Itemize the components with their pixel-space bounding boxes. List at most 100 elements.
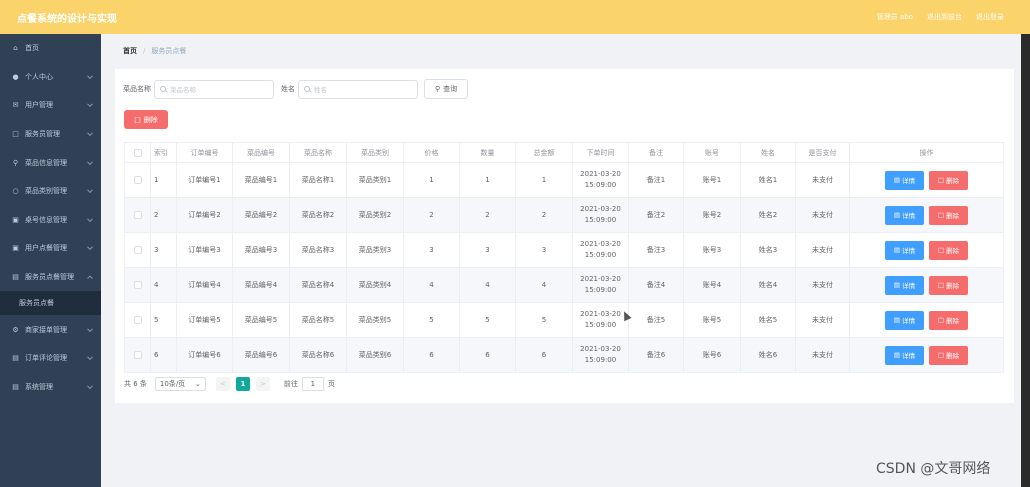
table-row: 6 订单编号6 菜品编号6 菜品名称6 菜品类别6 6 6 6 2021-03-20 15:09:… [124,337,1004,373]
pagination-total: 共 6 条 [124,380,147,388]
row-checkbox[interactable] [124,267,151,303]
sidebar-item-system[interactable]: ▤ 系统管理 [0,373,101,402]
sidebar-item-waiters[interactable]: □ 服务员管理 [0,120,101,149]
cell-qty: 6 [459,337,516,373]
detail-button-label: 详情 [902,177,916,185]
cell-account: 账号1 [683,162,741,198]
location-icon: ⚲ [12,158,19,167]
cell-account: 账号4 [683,267,741,303]
search-icon: ⚲ [435,85,441,93]
cell-index: 6 [150,337,177,373]
next-page-button[interactable]: > [255,377,270,391]
batch-delete-button[interactable]: □ 删除 [124,110,168,129]
delete-button[interactable]: □ 删除 [929,240,968,260]
detail-button[interactable]: ▤ 详情 [885,310,924,330]
sidebar-item-label: 菜品信息管理 [25,158,67,167]
cell-dish-no: 菜品编号6 [232,337,290,373]
delete-button[interactable]: □ 删除 [929,345,968,365]
goto-page-input[interactable]: 1 [301,377,324,391]
cell-index: 2 [150,197,177,233]
cell-actions: ▤ 详情 □ 删除 [849,302,1004,338]
sidebar-item-label: 系统管理 [25,382,53,391]
trash-icon: □ [937,246,945,254]
cell-price: 1 [403,162,460,198]
sidebar-item-order-comments[interactable]: ▤ 订单评论管理 [0,344,101,373]
row-checkbox[interactable] [124,232,151,268]
sidebar-item-dish-categories[interactable]: ○ 菜品类别管理 [0,177,101,206]
chevron-down-icon [87,216,93,222]
sidebar-item-user-orders[interactable]: ▣ 用户点餐管理 [0,234,101,263]
cell-dish-no: 菜品编号5 [232,302,290,338]
cell-order: 订单编号6 [176,337,233,373]
dish-name-input[interactable]: 菜品名称 [154,79,274,99]
cell-order-time: 2021-03-20 15:09:00 [572,302,629,338]
page-size-select[interactable]: 10条/页 ⌄ [154,377,206,391]
detail-button[interactable]: ▤ 详情 [885,170,924,190]
sidebar-subitem-waiter-order[interactable]: 服务员点餐 [0,291,101,316]
admin-user-label: 管理员 abo [876,13,913,21]
delete-button[interactable]: □ 删除 [929,170,968,190]
sidebar-item-merchant-orders[interactable]: ⚙ 商家接单管理 [0,315,101,344]
cell-category: 菜品类别1 [346,162,404,198]
cell-paid: 未支付 [795,162,850,198]
cell-name: 姓名6 [740,337,796,373]
row-checkbox[interactable] [124,337,151,373]
sidebar-item-users[interactable]: ✉ 用户管理 [0,91,101,120]
cell-total: 4 [515,267,573,303]
sidebar-item-dishes[interactable]: ⚲ 菜品信息管理 [0,148,101,177]
breadcrumb-home[interactable]: 首页 [123,46,137,56]
doc-icon: ▤ [893,316,901,324]
cell-order-time: 2021-03-20 15:09:00 [572,162,629,198]
select-all-checkbox[interactable] [124,142,151,163]
chevron-down-icon [87,244,93,251]
cell-order-time: 2021-03-20 15:09:00 [572,232,629,268]
row-checkbox[interactable] [124,302,151,338]
doc-icon: ▤ [893,246,901,254]
detail-button[interactable]: ▤ 详情 [885,205,924,225]
cell-note: 备注4 [628,267,684,303]
cell-index: 4 [150,267,177,303]
user-icon: ● [12,72,19,81]
cell-dish-name: 菜品名称4 [289,267,347,303]
cell-dish-no: 菜品编号4 [232,267,290,303]
order-date: 2021-03-20 [580,275,621,283]
delete-button-label: 删除 [946,352,960,360]
prev-page-button[interactable]: < [215,377,230,391]
doc-icon: ▤ [12,273,19,282]
col-header: 菜品类别 [346,142,404,163]
cell-price: 3 [403,232,460,268]
delete-button[interactable]: □ 删除 [929,310,968,330]
back-to-front-link[interactable]: 退出到前台 [927,12,962,22]
delete-button-label: 删除 [946,247,960,255]
page-number-active[interactable]: 1 [235,377,250,391]
cell-qty: 4 [459,267,516,303]
col-header: 索引 [150,142,177,163]
detail-button[interactable]: ▤ 详情 [885,240,924,260]
sidebar-item-waiter-orders[interactable]: ▤ 服务员点餐管理 [0,263,101,292]
cell-paid: 未支付 [795,267,850,303]
row-checkbox[interactable] [124,197,151,233]
order-time: 15:09:00 [584,251,617,259]
sidebar-item-profile[interactable]: ● 个人中心 [0,63,101,92]
col-header: 备注 [628,142,684,163]
cell-order: 订单编号3 [176,232,233,268]
order-time: 15:09:00 [584,181,617,189]
delete-button[interactable]: □ 删除 [929,205,968,225]
order-date: 2021-03-20 [580,345,621,353]
query-button[interactable]: ⚲ 查询 [424,79,469,99]
detail-button[interactable]: ▤ 详情 [885,275,924,295]
cell-paid: 未支付 [795,337,850,373]
sidebar-item-tables[interactable]: ▣ 桌号信息管理 [0,206,101,235]
detail-button-label: 详情 [902,352,916,360]
trash-icon: □ [937,176,945,184]
cell-dish-name: 菜品名称6 [289,337,347,373]
delete-button[interactable]: □ 删除 [929,275,968,295]
logout-link[interactable]: 退出登录 [976,12,1004,22]
cell-category: 菜品类别3 [346,232,404,268]
order-time: 15:09:00 [584,321,617,329]
sidebar-item-home[interactable]: ⌂ 首页 [0,34,101,63]
row-checkbox[interactable] [124,162,151,198]
detail-button[interactable]: ▤ 详情 [885,345,924,365]
cell-order-time: 2021-03-20 15:09:00 [572,337,629,373]
name-input[interactable]: 姓名 [298,79,418,99]
